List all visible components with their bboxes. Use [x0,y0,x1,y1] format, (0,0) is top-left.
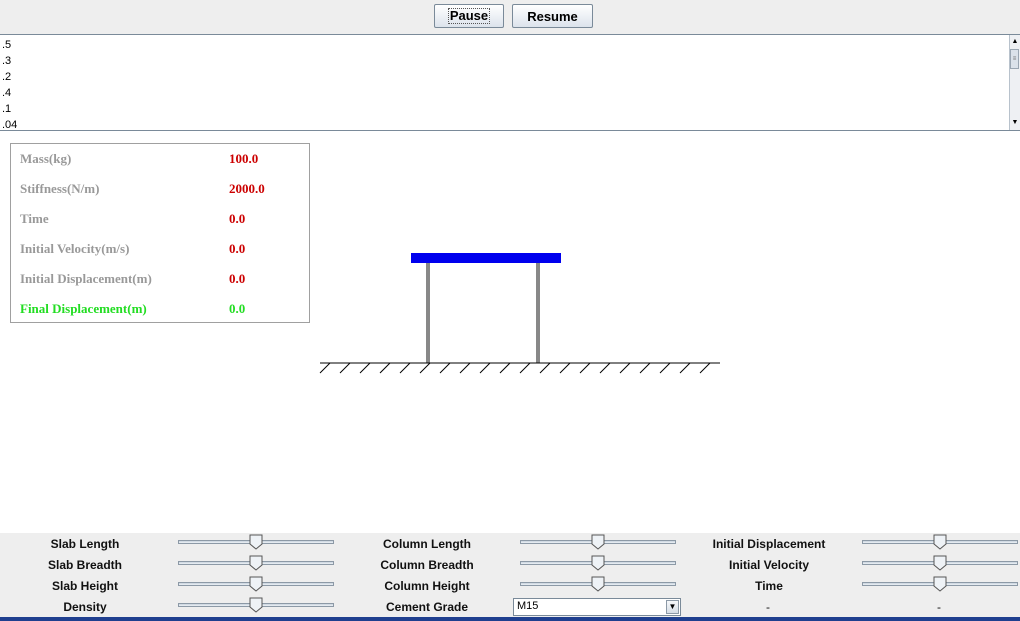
chevron-down-icon[interactable]: ▼ [666,600,679,614]
slider-thumb-icon[interactable] [249,555,263,571]
hatch-mark [379,362,391,374]
placeholder-dash: - [766,600,770,614]
ground-hatching [319,362,711,374]
window-bottom-border [0,617,1020,621]
hatch-mark [639,362,651,374]
column-breadth-label: Column Breadth [380,558,474,572]
column-breadth-slider[interactable] [520,555,676,571]
cement-grade-select[interactable]: M15 ▼ [513,598,681,616]
hatch-mark [419,362,431,374]
hatch-mark [539,362,551,374]
scroll-down-arrow-icon[interactable]: ▼ [1010,118,1020,128]
hatch-mark [519,362,531,374]
final-displacement-value: 0.0 [229,301,246,316]
time-slider[interactable] [862,576,1018,592]
slab-height-slider[interactable] [178,576,334,592]
slab [411,253,561,263]
initial-displacement-label: Initial Displacement(m) [20,271,152,286]
initial-velocity-control-label: Initial Velocity [728,558,810,572]
hatch-mark [559,362,571,374]
slider-thumb-icon[interactable] [249,534,263,550]
time-value: 0.0 [229,211,246,226]
hatch-mark [459,362,471,374]
initial-velocity-slider[interactable] [862,555,1018,571]
resume-button[interactable]: Resume [512,4,593,28]
slider-thumb-icon[interactable] [591,534,605,550]
hatch-mark [579,362,591,374]
time-control-label: Time [755,579,783,593]
slider-thumb-icon[interactable] [591,555,605,571]
toolbar: Pause Resume [0,0,1020,34]
density-label: Density [63,600,107,614]
cement-grade-value: M15 [517,600,539,612]
log-line: .5 [2,39,12,51]
hatch-mark [359,362,371,374]
scroll-thumb[interactable]: ≡ [1010,49,1019,69]
slider-thumb-icon[interactable] [933,555,947,571]
initial-velocity-value: 0.0 [229,241,246,256]
hatch-mark [599,362,611,374]
hatch-mark [699,362,711,374]
left-column [426,263,430,363]
pause-button-label: Pause [447,8,491,24]
final-displacement-label: Final Displacement(m) [20,301,147,316]
hatch-mark [439,362,451,374]
log-line: .3 [2,55,12,67]
column-length-label: Column Length [383,537,471,551]
hatch-mark [339,362,351,374]
output-log[interactable]: .5 .3 .2 .4 .1 .04 ▲ ≡ ▼ [0,34,1020,131]
hatch-mark [399,362,411,374]
initial-displacement-control-label: Initial Displacement [712,537,826,551]
right-column [536,263,540,363]
stiffness-value: 2000.0 [229,181,265,196]
column-length-slider[interactable] [520,534,676,550]
slab-length-label: Slab Length [50,537,120,551]
time-label: Time [20,211,49,226]
hatch-mark [479,362,491,374]
slab-breadth-slider[interactable] [178,555,334,571]
initial-displacement-value: 0.0 [229,271,246,286]
hatch-mark [659,362,671,374]
slab-height-label: Slab Height [51,579,118,593]
parameters-panel: Mass(kg) 100.0 Stiffness(N/m) 2000.0 Tim… [10,143,310,323]
hatch-mark [679,362,691,374]
initial-velocity-label: Initial Velocity(m/s) [20,241,130,256]
log-line: .1 [2,103,12,115]
mass-value: 100.0 [229,151,259,166]
slider-thumb-icon[interactable] [933,534,947,550]
structure-drawing [319,253,720,374]
column-height-slider[interactable] [520,576,676,592]
column-height-label: Column Height [384,579,470,593]
log-line: .4 [2,87,12,99]
scroll-up-arrow-icon[interactable]: ▲ [1010,37,1020,47]
log-line: .2 [2,71,12,83]
hatch-mark [319,362,331,374]
log-line: .04 [2,119,18,131]
hatch-mark [499,362,511,374]
pause-button[interactable]: Pause [434,4,504,28]
cement-grade-label: Cement Grade [385,600,469,614]
slider-thumb-icon[interactable] [249,597,263,613]
slider-thumb-icon[interactable] [591,576,605,592]
log-scrollbar[interactable]: ▲ ≡ ▼ [1009,35,1020,130]
stiffness-label: Stiffness(N/m) [20,181,100,196]
placeholder-dash: - [937,600,941,614]
initial-displacement-slider[interactable] [862,534,1018,550]
mass-label: Mass(kg) [20,151,72,166]
slider-thumb-icon[interactable] [249,576,263,592]
log-lines: .5 .3 .2 .4 .1 .04 [2,37,17,133]
hatch-mark [619,362,631,374]
density-slider[interactable] [178,597,334,613]
slab-length-slider[interactable] [178,534,334,550]
resume-button-label: Resume [527,8,578,24]
slab-breadth-label: Slab Breadth [47,558,122,572]
slider-thumb-icon[interactable] [933,576,947,592]
